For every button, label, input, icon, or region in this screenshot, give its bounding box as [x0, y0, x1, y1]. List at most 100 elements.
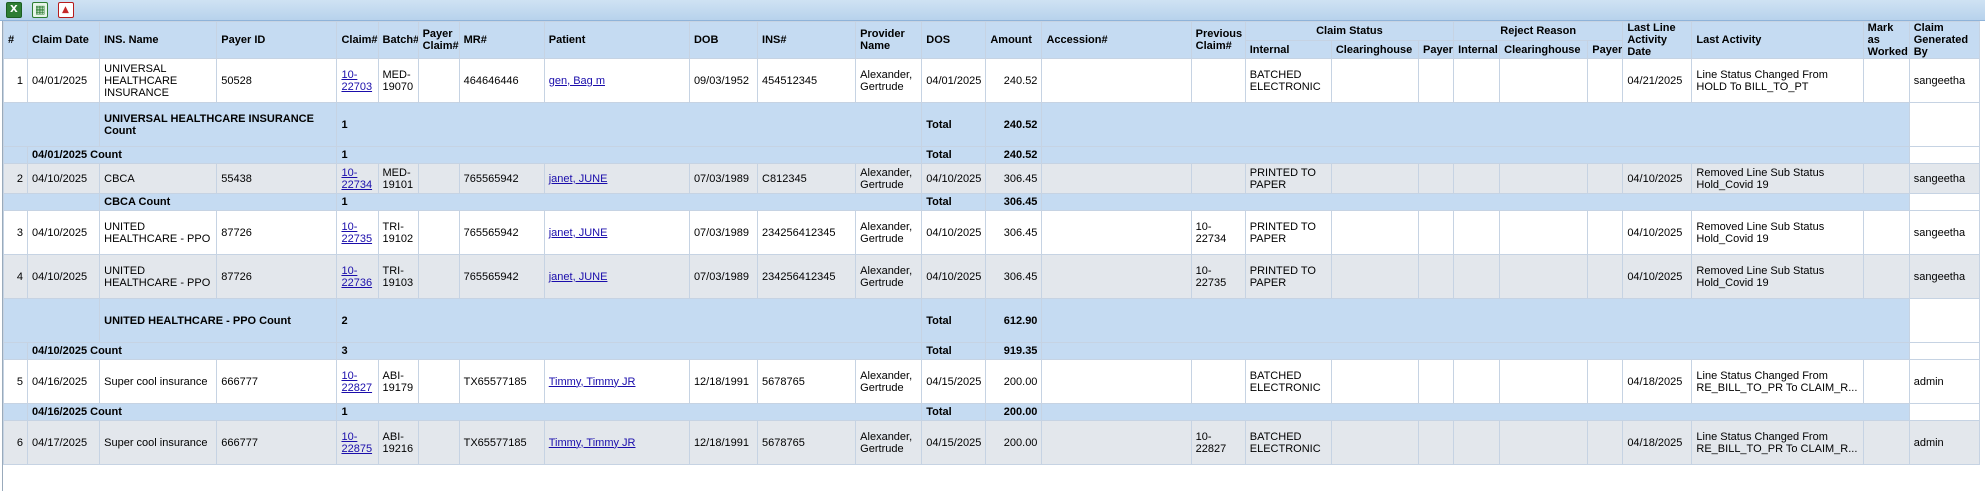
col-header-last-line-activity-date[interactable]: Last Line Activity Date	[1622, 21, 1693, 59]
summary-count: 1	[336, 102, 923, 147]
cell-patient: Timmy, Timmy JR	[543, 359, 690, 404]
claim-link[interactable]: 10-22736	[341, 265, 372, 289]
cell-batch-no: MED-19070	[377, 58, 419, 103]
cell-mark-as-worked[interactable]	[1862, 420, 1910, 465]
cell-patient: Timmy, Timmy JR	[543, 420, 690, 465]
col-header-accession[interactable]: Accession#	[1041, 21, 1192, 59]
cell-ins-no: C812345	[757, 163, 857, 194]
table-row[interactable]: 5 04/16/2025 Super cool insurance 666777…	[3, 359, 1981, 404]
col-header-mr[interactable]: MR#	[458, 21, 545, 59]
patient-link[interactable]: Timmy, Timmy JR	[549, 376, 636, 388]
col-group-claim-status: Claim Status	[1244, 21, 1455, 41]
excel-sheet-icon[interactable]	[32, 2, 48, 18]
cell-payer-claim	[417, 359, 460, 404]
cell-mark-as-worked[interactable]	[1862, 210, 1910, 255]
cell-status-clearinghouse	[1330, 254, 1419, 299]
col-header-num[interactable]: #	[3, 21, 29, 59]
col-header-prev-claim[interactable]: Previous Claim#	[1190, 21, 1246, 59]
cell-provider: Alexander, Gertrude	[855, 58, 923, 103]
cell-last-activity: Line Status Changed From RE_BILL_TO_PR T…	[1691, 420, 1864, 465]
table-row[interactable]: 3 04/10/2025 UNITED HEALTHCARE - PPO 877…	[3, 210, 1981, 255]
col-header-provider[interactable]: Provider Name	[855, 21, 923, 59]
cell-payer-id: 666777	[216, 359, 338, 404]
cell-dos: 04/15/2025	[921, 359, 987, 404]
col-header-batch-no[interactable]: Batch#	[377, 21, 419, 59]
cell-claim-no: 10-22827	[336, 359, 379, 404]
col-header-last-activity[interactable]: Last Activity	[1691, 21, 1864, 59]
cell-num: 4	[3, 254, 29, 299]
cell-ins-no: 5678765	[757, 359, 857, 404]
date-summary-row: 04/16/2025 Count 1 Total 200.00	[3, 403, 1981, 421]
cell-mark-as-worked[interactable]	[1862, 163, 1910, 194]
patient-link[interactable]: janet, JUNE	[549, 227, 608, 239]
claim-link[interactable]: 10-22875	[341, 431, 372, 455]
cell-prev-claim: 10-22735	[1190, 254, 1246, 299]
cell-provider: Alexander, Gertrude	[855, 210, 923, 255]
cell-patient: gen, Bag m	[543, 58, 690, 103]
cell-reject-clearinghouse	[1499, 58, 1589, 103]
col-header-reject-internal[interactable]: Internal	[1453, 40, 1501, 59]
cell-reject-clearinghouse	[1499, 359, 1589, 404]
cell-num: 3	[3, 210, 29, 255]
col-header-reject-payer[interactable]: Payer	[1587, 40, 1624, 59]
cell-dos: 04/15/2025	[921, 420, 987, 465]
cell-dob: 07/03/1989	[688, 163, 759, 194]
col-header-amount[interactable]: Amount	[985, 21, 1043, 59]
cell-num: 1	[3, 58, 29, 103]
summary-total: 200.00	[985, 403, 1043, 421]
cell-ins-no: 5678765	[757, 420, 857, 465]
cell-last-activity: Line Status Changed From RE_BILL_TO_PR T…	[1691, 359, 1864, 404]
group-summary-row: CBCA Count 1 Total 306.45	[3, 193, 1981, 211]
patient-link[interactable]: gen, Bag m	[549, 75, 605, 87]
patient-link[interactable]: janet, JUNE	[549, 271, 608, 283]
col-header-reject-clearinghouse[interactable]: Clearinghouse	[1499, 40, 1589, 59]
group-summary-row: UNITED HEALTHCARE - PPO Count 2 Total 61…	[3, 298, 1981, 343]
claim-link[interactable]: 10-22735	[341, 221, 372, 245]
col-header-patient[interactable]: Patient	[543, 21, 690, 59]
claim-link[interactable]: 10-22827	[341, 370, 372, 394]
table-row[interactable]: 6 04/17/2025 Super cool insurance 666777…	[3, 420, 1981, 465]
cell-mark-as-worked[interactable]	[1862, 58, 1910, 103]
cell-last-date: 04/10/2025	[1622, 210, 1693, 255]
col-header-payer-id[interactable]: Payer ID	[216, 21, 338, 59]
table-row[interactable]: 2 04/10/2025 CBCA 55438 10-22734 MED-191…	[3, 163, 1981, 194]
cell-mark-as-worked[interactable]	[1862, 254, 1910, 299]
col-header-claim-generated-by[interactable]: Claim Generated By	[1908, 21, 1981, 59]
col-header-status-clearinghouse[interactable]: Clearinghouse	[1330, 40, 1419, 59]
col-header-payer-claim[interactable]: Payer Claim#	[417, 21, 460, 59]
col-header-claim-date[interactable]: Claim Date	[27, 21, 101, 59]
col-header-status-internal[interactable]: Internal	[1244, 40, 1332, 59]
cell-ins-name: Super cool insurance	[99, 359, 218, 404]
cell-dob: 12/18/1991	[688, 420, 759, 465]
cell-mark-as-worked[interactable]	[1862, 359, 1910, 404]
cell-mr: 765565942	[458, 163, 545, 194]
cell-status-internal: BATCHED ELECTRONIC	[1244, 420, 1332, 465]
col-header-ins-name[interactable]: INS. Name	[99, 21, 218, 59]
col-header-claim-no[interactable]: Claim#	[336, 21, 379, 59]
summary-count: 1	[336, 403, 923, 421]
claim-link[interactable]: 10-22703	[341, 69, 372, 93]
cell-last-date: 04/10/2025	[1622, 163, 1693, 194]
cell-amount: 200.00	[985, 359, 1043, 404]
cell-generated-by: sangeetha	[1908, 210, 1981, 255]
cell-status-payer	[1417, 359, 1455, 404]
col-header-ins-no[interactable]: INS#	[757, 21, 857, 59]
table-row[interactable]: 1 04/01/2025 UNIVERSAL HEALTHCARE INSURA…	[3, 58, 1981, 103]
table-row[interactable]: 4 04/10/2025 UNITED HEALTHCARE - PPO 877…	[3, 254, 1981, 299]
patient-link[interactable]: Timmy, Timmy JR	[549, 437, 636, 449]
cell-mr: 765565942	[458, 210, 545, 255]
pdf-export-icon[interactable]	[58, 2, 74, 18]
cell-payer-claim	[417, 163, 460, 194]
col-header-dos[interactable]: DOS	[921, 21, 987, 59]
claims-grid: # Claim Date INS. Name Payer ID Claim# B…	[2, 21, 1984, 491]
claim-link[interactable]: 10-22734	[341, 167, 372, 191]
excel-export-icon[interactable]	[6, 2, 22, 18]
col-header-dob[interactable]: DOB	[688, 21, 759, 59]
col-header-status-payer[interactable]: Payer	[1417, 40, 1455, 59]
cell-ins-name: CBCA	[99, 163, 218, 194]
summary-label: UNITED HEALTHCARE - PPO Count	[99, 298, 338, 343]
summary-total-label: Total	[921, 146, 987, 164]
patient-link[interactable]: janet, JUNE	[549, 173, 608, 185]
col-header-mark-as-worked[interactable]: Mark as Worked	[1862, 21, 1910, 59]
summary-total-label: Total	[921, 342, 987, 360]
